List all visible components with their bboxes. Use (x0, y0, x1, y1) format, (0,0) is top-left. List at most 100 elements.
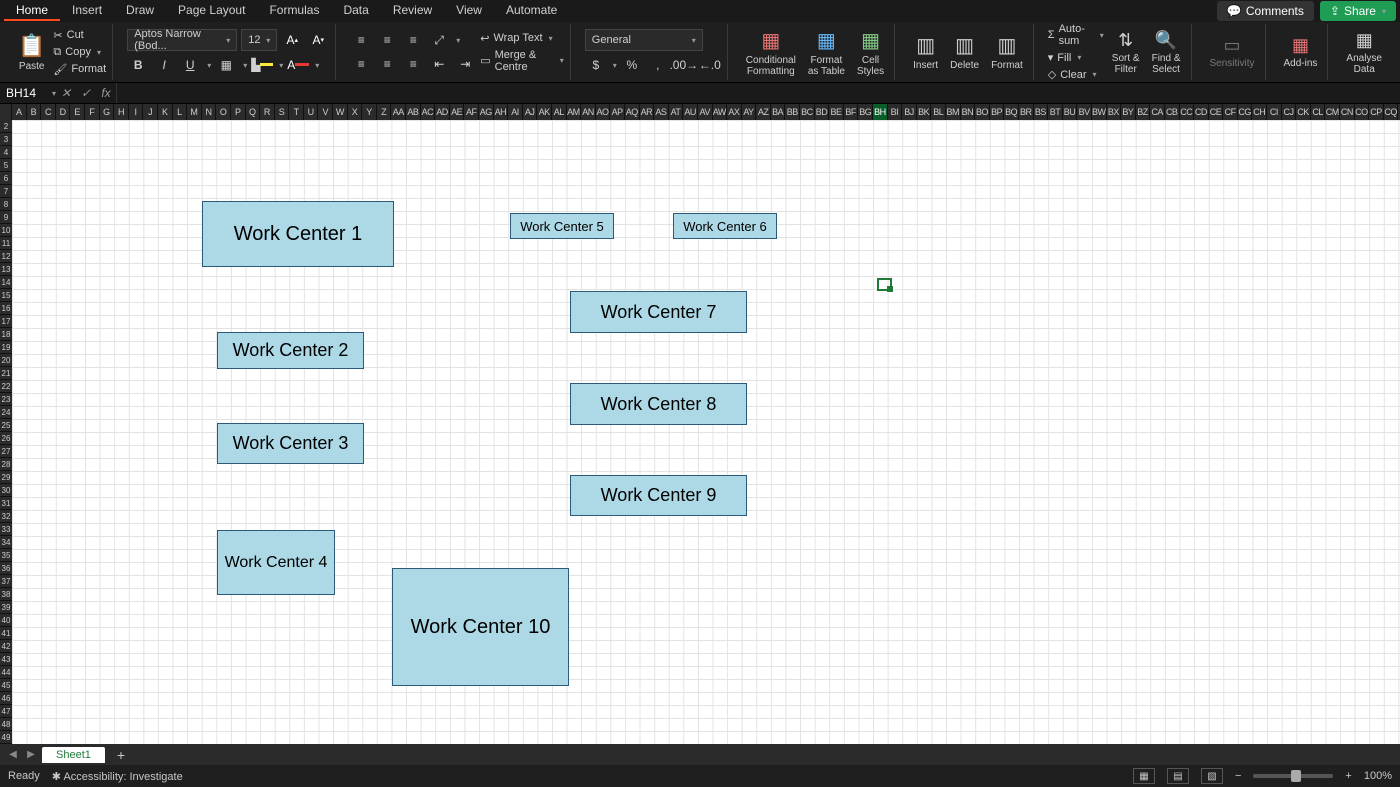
delete-cells-button[interactable]: ▥Delete (946, 33, 983, 71)
col-header[interactable]: X (348, 104, 363, 120)
sheet-nav-next[interactable]: ▶ (24, 749, 38, 760)
col-header[interactable]: J (143, 104, 158, 120)
col-header[interactable]: BZ (1136, 104, 1151, 120)
row-header[interactable]: 13 (0, 263, 12, 276)
row-header[interactable]: 7 (0, 185, 12, 198)
col-header[interactable]: BK (917, 104, 932, 120)
name-box[interactable]: BH14▾ (0, 86, 56, 100)
sort-filter-button[interactable]: ⇅Sort & Filter (1108, 30, 1144, 75)
col-header[interactable]: BX (1107, 104, 1122, 120)
row-header[interactable]: 20 (0, 354, 12, 367)
increase-decimal-button[interactable]: .00→ (673, 55, 695, 75)
row-header[interactable]: 26 (0, 432, 12, 445)
analyse-data-button[interactable]: ▦Analyse Data (1342, 30, 1386, 75)
shape-workcenter[interactable]: Work Center 5 (510, 213, 614, 239)
format-as-table-button[interactable]: ▦Format as Table (804, 28, 849, 77)
shape-workcenter[interactable]: Work Center 1 (202, 201, 394, 267)
row-header[interactable]: 36 (0, 562, 12, 575)
menu-tab-view[interactable]: View (444, 1, 494, 21)
menu-tab-data[interactable]: Data (331, 1, 380, 21)
col-header[interactable]: W (333, 104, 348, 120)
increase-font-button[interactable]: A▴ (281, 30, 303, 50)
col-header[interactable]: C (41, 104, 56, 120)
cells-canvas[interactable]: Work Center 1Work Center 2Work Center 3W… (12, 120, 1400, 744)
col-header[interactable]: CA (1150, 104, 1165, 120)
row-header[interactable]: 12 (0, 250, 12, 263)
align-middle-button[interactable]: ≡ (376, 30, 398, 50)
menu-tab-insert[interactable]: Insert (60, 1, 114, 21)
col-header[interactable]: BL (931, 104, 946, 120)
col-header[interactable]: BI (888, 104, 903, 120)
shape-workcenter[interactable]: Work Center 7 (570, 291, 747, 333)
percent-button[interactable]: % (621, 55, 643, 75)
fx-icon[interactable]: fx (96, 86, 116, 100)
col-header[interactable]: Q (246, 104, 261, 120)
col-header[interactable]: BG (858, 104, 873, 120)
col-header[interactable]: AX (727, 104, 742, 120)
enter-fx-button[interactable]: ✓ (76, 86, 96, 100)
menu-tab-review[interactable]: Review (381, 1, 444, 21)
row-header[interactable]: 30 (0, 484, 12, 497)
shape-workcenter[interactable]: Work Center 8 (570, 383, 747, 425)
sensitivity-button[interactable]: ▭Sensitivity (1206, 35, 1259, 69)
row-header[interactable]: 16 (0, 302, 12, 315)
col-header[interactable]: BM (946, 104, 961, 120)
formula-input[interactable] (116, 83, 1400, 103)
col-header[interactable]: T (289, 104, 304, 120)
col-header[interactable]: P (231, 104, 246, 120)
paste-button[interactable]: 📋 Paste (14, 33, 49, 72)
col-header[interactable]: AY (742, 104, 757, 120)
clear-button[interactable]: ◇Clear▾ (1048, 68, 1104, 81)
menu-tab-formulas[interactable]: Formulas (257, 1, 331, 21)
row-header[interactable]: 40 (0, 614, 12, 627)
col-header[interactable]: CJ (1282, 104, 1297, 120)
col-header[interactable]: V (318, 104, 333, 120)
row-header[interactable]: 25 (0, 419, 12, 432)
col-header[interactable]: BQ (1004, 104, 1019, 120)
col-header[interactable]: BA (771, 104, 786, 120)
autosum-button[interactable]: ΣAuto-sum▾ (1048, 23, 1104, 47)
row-header[interactable]: 32 (0, 510, 12, 523)
col-header[interactable]: AP (610, 104, 625, 120)
col-header[interactable]: BT (1048, 104, 1063, 120)
col-header[interactable]: L (173, 104, 188, 120)
border-button[interactable]: ▦ (215, 55, 237, 75)
col-header[interactable]: Z (377, 104, 392, 120)
col-header[interactable]: AI (508, 104, 523, 120)
row-header[interactable]: 39 (0, 601, 12, 614)
col-header[interactable]: N (202, 104, 217, 120)
col-header[interactable]: CB (1165, 104, 1180, 120)
pagelayout-view-button[interactable]: ▤ (1167, 768, 1189, 784)
italic-button[interactable]: I (153, 55, 175, 75)
row-header[interactable]: 21 (0, 367, 12, 380)
row-header[interactable]: 29 (0, 471, 12, 484)
row-header[interactable]: 23 (0, 393, 12, 406)
font-size-select[interactable]: 12▾ (241, 29, 277, 51)
row-header[interactable]: 11 (0, 237, 12, 250)
col-header[interactable]: CN (1340, 104, 1355, 120)
row-header[interactable]: 41 (0, 627, 12, 640)
col-header[interactable]: Y (362, 104, 377, 120)
col-header[interactable]: CQ (1384, 104, 1399, 120)
decrease-indent-button[interactable]: ⇤ (428, 54, 450, 74)
add-sheet-button[interactable]: + (109, 747, 133, 763)
row-header[interactable]: 18 (0, 328, 12, 341)
insert-cells-button[interactable]: ▥Insert (909, 33, 942, 71)
zoom-in-button[interactable]: + (1345, 770, 1351, 782)
zoom-out-button[interactable]: − (1235, 770, 1241, 782)
row-header[interactable]: 10 (0, 224, 12, 237)
row-header[interactable]: 48 (0, 718, 12, 731)
col-header[interactable]: BE (829, 104, 844, 120)
col-header[interactable]: CP (1369, 104, 1384, 120)
col-header[interactable]: CE (1209, 104, 1224, 120)
col-header[interactable]: BS (1034, 104, 1049, 120)
menu-tab-automate[interactable]: Automate (494, 1, 569, 21)
col-header[interactable]: BU (1063, 104, 1078, 120)
col-header[interactable]: AU (683, 104, 698, 120)
col-header[interactable]: U (304, 104, 319, 120)
row-header[interactable]: 24 (0, 406, 12, 419)
align-center-button[interactable]: ≡ (376, 54, 398, 74)
col-header[interactable]: AZ (756, 104, 771, 120)
col-header[interactable]: BJ (902, 104, 917, 120)
shape-workcenter[interactable]: Work Center 3 (217, 423, 364, 464)
